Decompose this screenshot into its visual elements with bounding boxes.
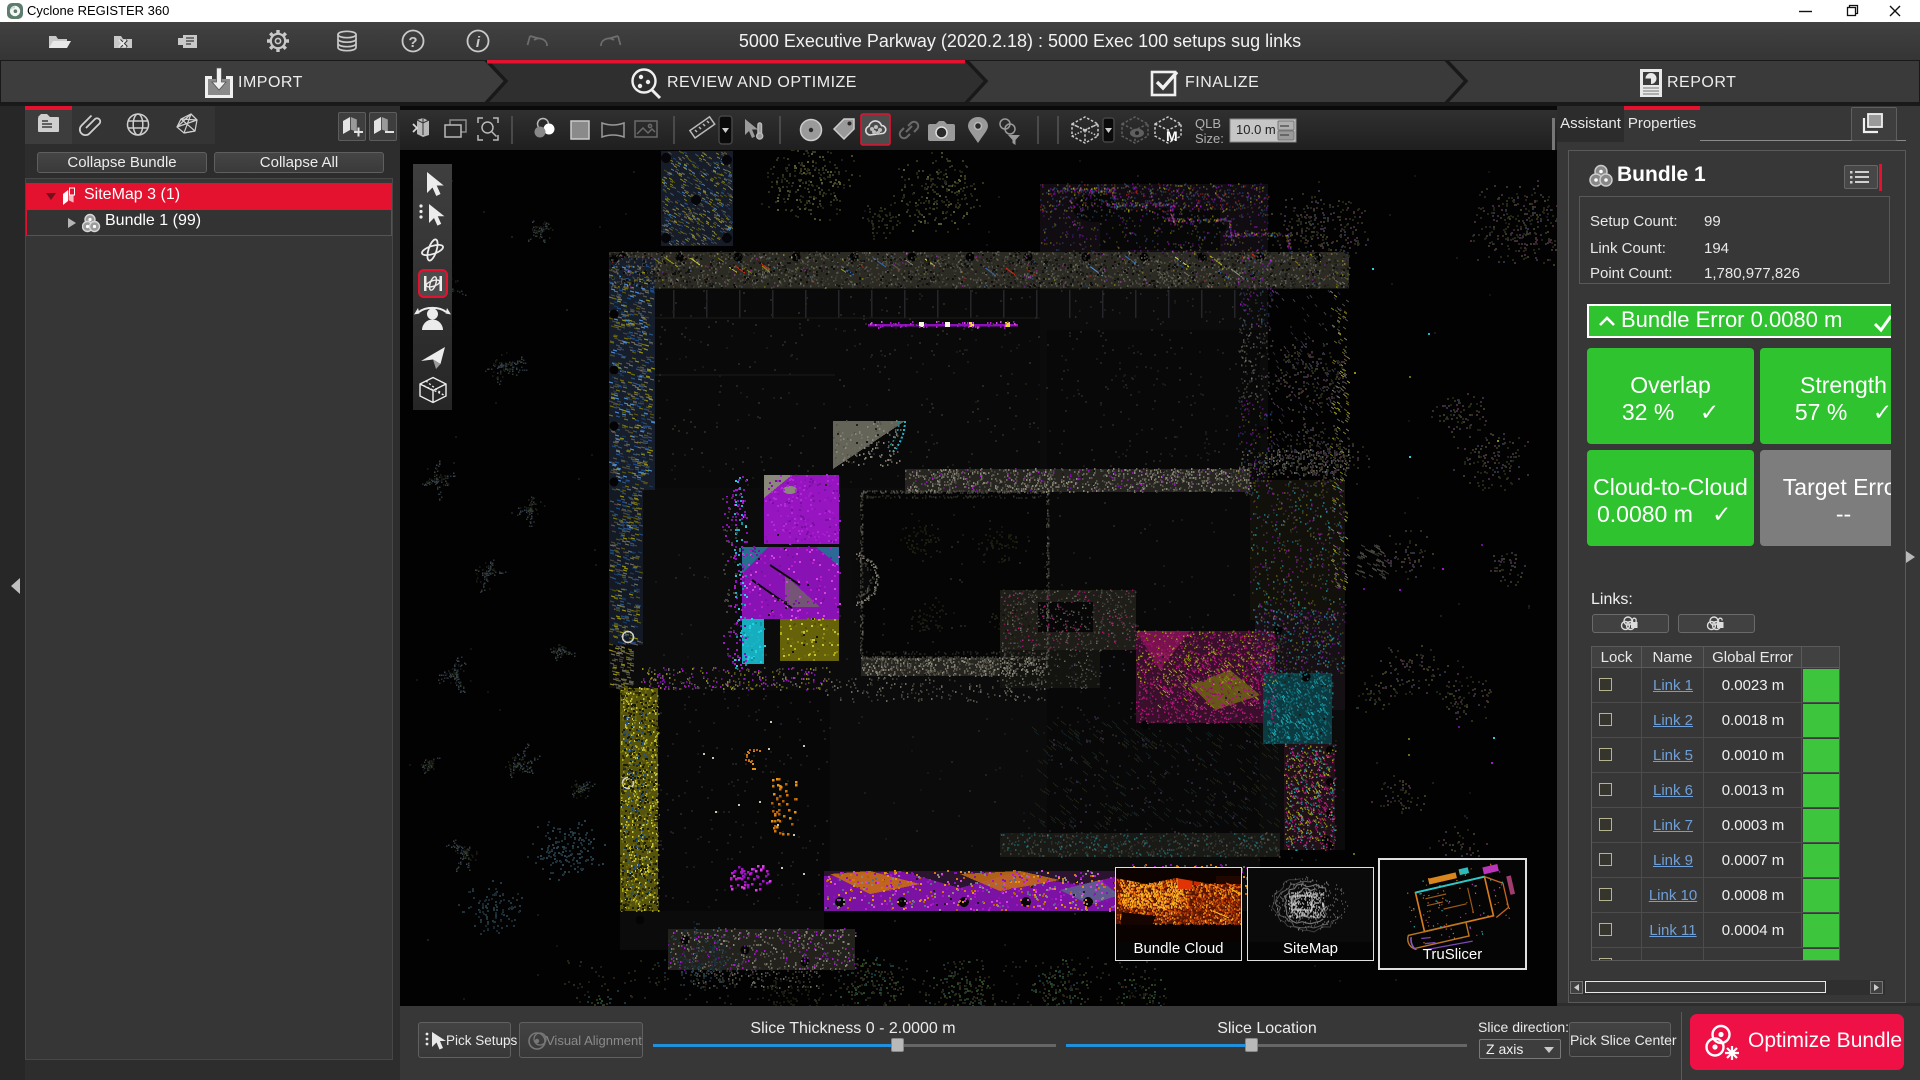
svg-text:M: M <box>1166 128 1178 144</box>
svg-text:Size:: Size: <box>1195 131 1224 146</box>
svg-text:?: ? <box>408 34 417 51</box>
svg-text:i: i <box>476 34 481 51</box>
svg-text:10.0 m: 10.0 m <box>1236 122 1276 137</box>
svg-text:QLB: QLB <box>1195 116 1221 131</box>
